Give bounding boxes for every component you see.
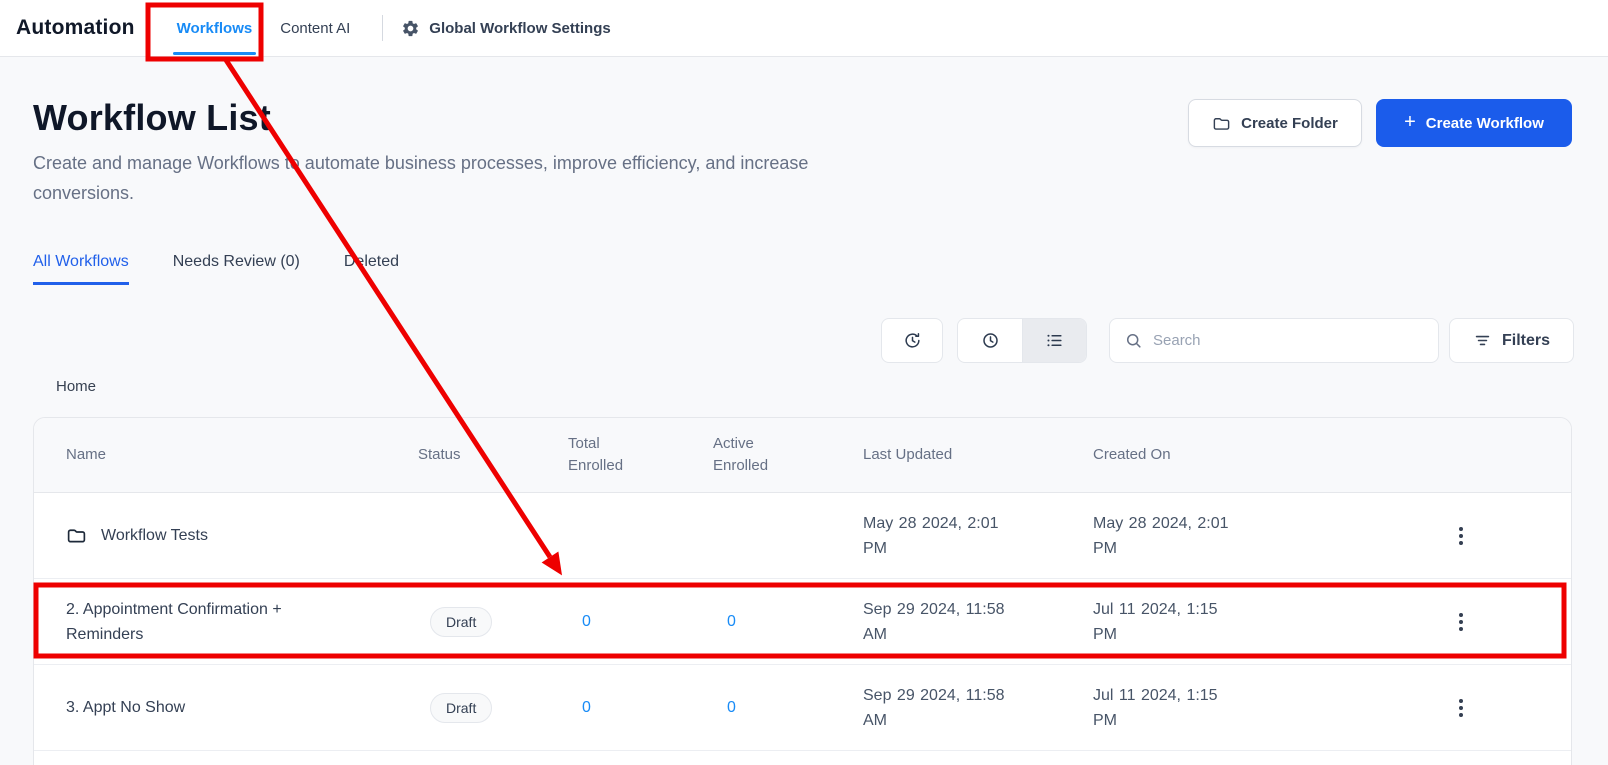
column-header-name: Name xyxy=(34,444,394,466)
column-header-status: Status xyxy=(394,444,544,466)
tab-all-workflows-label: All Workflows xyxy=(33,253,129,270)
plus-icon: + xyxy=(1404,112,1416,132)
clock-icon xyxy=(981,331,1000,350)
list-toolbar: Filters xyxy=(881,318,1574,363)
create-workflow-label: Create Workflow xyxy=(1426,115,1544,132)
search-container xyxy=(1109,318,1439,363)
search-icon xyxy=(1124,331,1143,350)
breadcrumb-home[interactable]: Home xyxy=(56,378,96,395)
table-header-row: Name Status Total Enrolled Active Enroll… xyxy=(34,418,1571,493)
active-enrolled-link[interactable]: 0 xyxy=(727,613,736,630)
last-updated-cell: Sep 29 2024, 11:58 AM xyxy=(839,683,1069,733)
table-row-workflow-tests-folder[interactable]: Workflow Tests May 28 2024, 2:01 PM May … xyxy=(34,493,1571,579)
global-workflow-settings-button[interactable]: Global Workflow Settings xyxy=(401,19,610,38)
tab-workflows-label: Workflows xyxy=(177,20,253,37)
column-header-last-updated: Last Updated xyxy=(839,444,1069,466)
created-on-cell: Jul 11 2024, 1:15 PM xyxy=(1069,597,1299,647)
folder-icon xyxy=(66,525,87,546)
created-on-cell: Jul 11 2024, 1:15 PM xyxy=(1069,683,1299,733)
tab-deleted[interactable]: Deleted xyxy=(344,253,399,285)
page-subtitle: Create and manage Workflows to automate … xyxy=(33,148,833,208)
folder-icon xyxy=(1212,114,1231,133)
column-header-total-enrolled: Total Enrolled xyxy=(544,433,689,477)
filters-button[interactable]: Filters xyxy=(1449,318,1574,363)
created-on-cell: May 28 2024, 2:01 PM xyxy=(1069,511,1299,561)
kebab-menu-icon[interactable] xyxy=(1451,691,1471,725)
total-enrolled-cell: 0 xyxy=(544,699,689,717)
list-view-button[interactable] xyxy=(1022,319,1086,362)
page-title: Workflow List xyxy=(33,97,271,139)
tab-content-ai[interactable]: Content AI xyxy=(266,0,364,57)
filter-lines-icon xyxy=(1473,331,1492,350)
table-row-appt-no-show[interactable]: 3. Appt No Show Draft 0 0 Sep 29 2024, 1… xyxy=(34,665,1571,751)
kebab-menu-icon[interactable] xyxy=(1451,519,1471,553)
status-badge: Draft xyxy=(430,607,492,637)
tab-workflows[interactable]: Workflows xyxy=(163,0,267,57)
search-input[interactable] xyxy=(1153,332,1424,349)
active-enrolled-cell: 0 xyxy=(689,613,839,631)
status-cell: Draft xyxy=(394,693,544,723)
status-badge: Draft xyxy=(430,693,492,723)
create-folder-label: Create Folder xyxy=(1241,115,1338,132)
kebab-menu-icon[interactable] xyxy=(1451,605,1471,639)
column-header-active-enrolled: Active Enrolled xyxy=(689,433,839,477)
column-header-created-on: Created On xyxy=(1069,444,1299,466)
gear-icon xyxy=(401,19,420,38)
enrollment-history-button[interactable] xyxy=(881,318,943,363)
workflow-name[interactable]: 2. Appointment Confirmation + Reminders xyxy=(66,597,326,647)
create-workflow-button[interactable]: + Create Workflow xyxy=(1376,99,1572,147)
create-folder-button[interactable]: Create Folder xyxy=(1188,99,1362,147)
total-enrolled-link[interactable]: 0 xyxy=(582,613,591,630)
recent-view-button[interactable] xyxy=(958,319,1022,362)
workflow-filter-tabs: All Workflows Needs Review (0) Deleted xyxy=(33,253,399,285)
workflow-name[interactable]: 3. Appt No Show xyxy=(66,695,185,720)
active-enrolled-link[interactable]: 0 xyxy=(727,699,736,716)
app-title: Automation xyxy=(16,16,135,40)
tab-content-ai-label: Content AI xyxy=(280,20,350,37)
workflow-table: Name Status Total Enrolled Active Enroll… xyxy=(33,417,1572,765)
active-enrolled-cell: 0 xyxy=(689,699,839,717)
folder-name[interactable]: Workflow Tests xyxy=(101,523,208,548)
last-updated-cell: May 28 2024, 2:01 PM xyxy=(839,511,1069,561)
tab-all-workflows[interactable]: All Workflows xyxy=(33,253,129,285)
top-navigation-bar: Automation Workflows Content AI Global W… xyxy=(0,0,1608,57)
tab-needs-review[interactable]: Needs Review (0) xyxy=(173,253,300,285)
status-cell: Draft xyxy=(394,607,544,637)
topbar-divider xyxy=(382,15,383,41)
table-row-appointment-confirmation-reminders[interactable]: 2. Appointment Confirmation + Reminders … xyxy=(34,579,1571,665)
last-updated-cell: Sep 29 2024, 11:58 AM xyxy=(839,597,1069,647)
list-icon xyxy=(1045,331,1064,350)
history-clock-icon xyxy=(903,331,922,350)
tab-needs-review-label: Needs Review (0) xyxy=(173,253,300,270)
total-enrolled-link[interactable]: 0 xyxy=(582,699,591,716)
filters-label: Filters xyxy=(1502,332,1550,350)
tab-deleted-label: Deleted xyxy=(344,253,399,270)
global-workflow-settings-label: Global Workflow Settings xyxy=(429,20,610,37)
total-enrolled-cell: 0 xyxy=(544,613,689,631)
view-toggle-segmented-control xyxy=(957,318,1087,363)
